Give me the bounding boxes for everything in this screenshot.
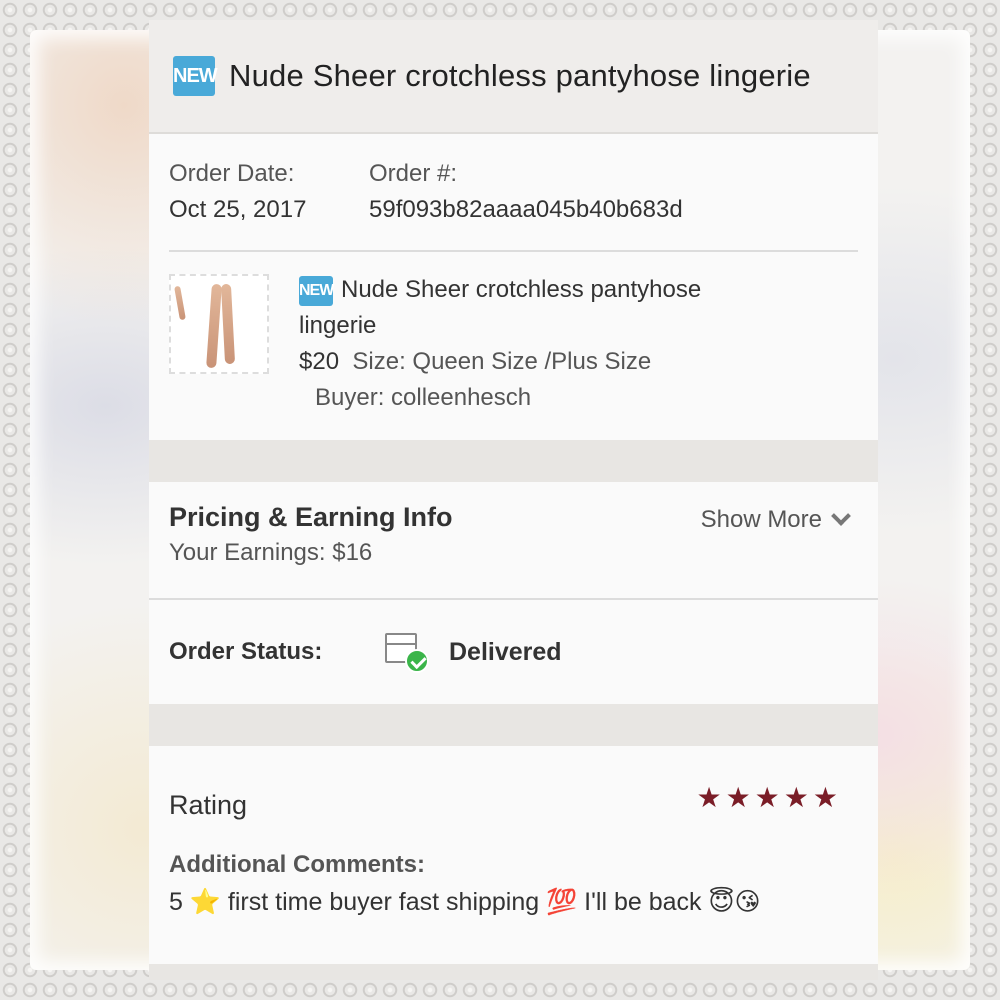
new-badge-icon: NEW xyxy=(173,56,218,96)
item-title[interactable]: Nude Sheer crotchless pantyhose xyxy=(341,276,701,303)
check-icon xyxy=(405,649,429,673)
title-bar: NEW Nude Sheer crotchless pantyhose ling… xyxy=(149,20,878,134)
star-rating: ★ ★ ★ ★ ★ xyxy=(692,784,838,812)
bottom-strip xyxy=(149,964,878,980)
chevron-down-icon xyxy=(831,506,851,526)
order-status-value: Delivered xyxy=(449,637,562,666)
order-status-row: Order Status: Delivered xyxy=(149,600,878,704)
show-more-button[interactable]: Show More xyxy=(700,506,851,534)
star-icon: ★ xyxy=(754,782,780,813)
rating-section: Rating ★ ★ ★ ★ ★ Additional Comments: 5 … xyxy=(149,746,878,960)
item-title-line2[interactable]: lingerie xyxy=(299,308,701,344)
star-icon: ★ xyxy=(696,782,722,813)
section-separator xyxy=(149,440,878,482)
star-icon: ★ xyxy=(725,782,751,813)
order-detail-card: NEW Nude Sheer crotchless pantyhose ling… xyxy=(149,20,878,980)
item-size: Size: Queen Size /Plus Size xyxy=(352,348,652,375)
item-row[interactable]: NEW Nude Sheer crotchless pantyhose linge… xyxy=(169,252,858,440)
order-date-value: Oct 25, 2017 xyxy=(169,196,307,223)
comments-label: Additional Comments: xyxy=(169,851,425,878)
delivered-box-icon xyxy=(385,631,429,673)
order-date-label: Order Date: xyxy=(169,160,295,187)
earnings-text: Your Earnings: $16 xyxy=(169,539,373,566)
show-more-label: Show More xyxy=(700,506,822,533)
item-thumbnail[interactable] xyxy=(169,274,269,374)
listing-title: Nude Sheer crotchless pantyhose lingerie xyxy=(229,58,811,93)
item-buyer[interactable]: Buyer: colleenhesch xyxy=(299,380,701,416)
comments-text: 5 ⭐ first time buyer fast shipping 💯 I'l… xyxy=(169,888,761,916)
order-number-value: 59f093b82aaaa045b40b683d xyxy=(369,196,683,223)
pricing-section: Pricing & Earning Info Your Earnings: $1… xyxy=(149,482,878,600)
star-icon: ★ xyxy=(812,782,838,813)
star-icon: ★ xyxy=(783,782,809,813)
order-info: Order Date: Oct 25, 2017 Order #: 59f093… xyxy=(149,134,878,440)
section-separator xyxy=(149,704,878,746)
order-status-label: Order Status: xyxy=(169,638,323,665)
order-number-label: Order #: xyxy=(369,160,458,187)
item-price: $20 xyxy=(299,348,340,375)
new-badge-icon: NEW xyxy=(299,276,334,306)
